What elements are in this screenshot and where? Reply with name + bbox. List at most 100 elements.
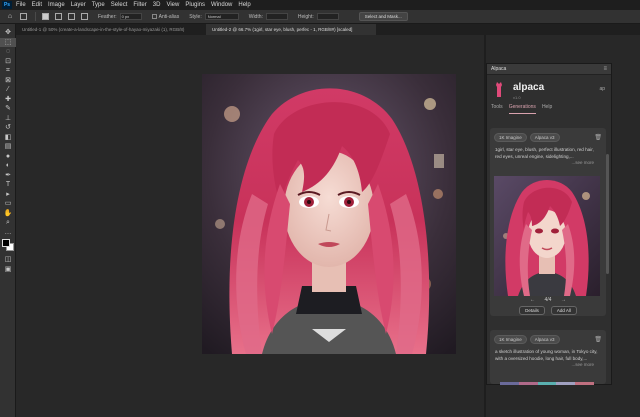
card-chips: 1K Imagine Alpaca v3 🗑	[490, 330, 606, 344]
version-chip[interactable]: Alpaca v3	[529, 335, 560, 344]
feather-input[interactable]: 0 px	[119, 13, 142, 20]
quick-mask-icon[interactable]: ◫	[0, 255, 16, 265]
portrait-image	[202, 74, 456, 354]
trash-icon[interactable]: 🗑	[594, 336, 602, 343]
card-actions: Details Add All	[490, 306, 606, 315]
marquee-tool-icon[interactable]	[20, 13, 27, 20]
tools-panel: ✥ ⬚ ◌ ⊡ ⌗ ⊠ ⁄ ✚ ✎ ⊥ ↺ ◧ ▤ ● ◐ ✒ T ▸ ▭ ✋ …	[0, 24, 16, 417]
alpaca-logo-icon	[496, 82, 502, 97]
stamp-tool-icon[interactable]: ⊥	[0, 114, 16, 124]
new-selection-icon[interactable]	[42, 13, 49, 20]
generation-card: 1K Imagine Alpaca v3 🗑 a sketch illustra…	[490, 330, 606, 384]
tab-label: Untitled-1 @ 50% (create-a-landscape-in-…	[22, 27, 185, 32]
style-select[interactable]: Normal	[204, 13, 239, 20]
next-arrow-icon[interactable]: →	[561, 297, 566, 303]
generation-prompt: a sketch illustration of young woman, in…	[495, 349, 598, 361]
model-chip[interactable]: 1K Imagine	[494, 335, 527, 344]
gradient-tool-icon[interactable]: ▤	[0, 142, 16, 152]
tab-untitled-1[interactable]: Untitled-1 @ 50% (create-a-landscape-in-…	[16, 24, 206, 35]
width-label: Width:	[248, 13, 263, 20]
feather-label: Feather:	[98, 13, 117, 20]
panel-menu-icon[interactable]: ≡	[603, 66, 607, 72]
rectangle-tool-icon[interactable]: ▭	[0, 199, 16, 209]
model-chip[interactable]: 1K Imagine	[494, 133, 527, 142]
right-dock	[612, 35, 640, 417]
photoshop-logo[interactable]: Ps	[2, 1, 12, 9]
height-input[interactable]	[316, 13, 339, 20]
document-canvas[interactable]	[202, 74, 456, 354]
menu-image[interactable]: Image	[48, 2, 65, 8]
menu-layer[interactable]: Layer	[71, 2, 86, 8]
panel-scrollbar[interactable]	[606, 154, 609, 274]
details-button[interactable]: Details	[519, 306, 545, 315]
more-tools-icon[interactable]: …	[0, 228, 16, 238]
tab-tools[interactable]: Tools	[491, 102, 503, 114]
dodge-tool-icon[interactable]: ◐	[0, 161, 16, 171]
zoom-tool-icon[interactable]: ⌕	[0, 218, 16, 228]
menu-3d[interactable]: 3D	[153, 2, 161, 8]
screen-mode-icon[interactable]: ▣	[0, 265, 16, 275]
add-selection-icon[interactable]	[55, 13, 62, 20]
marquee-tool-icon[interactable]: ⬚	[0, 37, 16, 47]
menu-select[interactable]: Select	[111, 2, 128, 8]
generation-card: 1K Imagine Alpaca v3 🗑 1girl, star eye, …	[490, 128, 606, 316]
width-input[interactable]	[265, 13, 288, 20]
menu-plugins[interactable]: Plugins	[185, 2, 205, 8]
move-tool-icon[interactable]: ✥	[0, 28, 16, 38]
tab-untitled-2[interactable]: Untitled-2 @ 66.7% (1girl, star eye, blu…	[206, 24, 376, 35]
options-bar: ⌂ Feather: 0 px Anti-alias Style: Normal…	[0, 10, 640, 24]
account-indicator[interactable]: ap	[599, 86, 605, 92]
card-chips: 1K Imagine Alpaca v3 🗑	[490, 128, 606, 142]
thumbnail-pager: ← 4/4 →	[490, 297, 606, 303]
healing-tool-icon[interactable]: ✚	[0, 95, 16, 105]
blur-tool-icon[interactable]: ●	[0, 152, 16, 162]
tab-generations[interactable]: Generations	[508, 102, 536, 114]
tab-help[interactable]: Help	[542, 102, 552, 114]
type-tool-icon[interactable]: T	[0, 180, 16, 190]
divider	[35, 12, 36, 21]
eraser-tool-icon[interactable]: ◧	[0, 133, 16, 143]
menu-bar: Ps File Edit Image Layer Type Select Fil…	[0, 0, 640, 10]
see-more-link[interactable]: ...see more	[490, 160, 606, 165]
menu-file[interactable]: File	[16, 2, 26, 8]
height-label: Height:	[297, 13, 314, 20]
add-all-button[interactable]: Add All	[550, 306, 577, 315]
menu-type[interactable]: Type	[92, 2, 105, 8]
menu-view[interactable]: View	[166, 2, 179, 8]
menu-edit[interactable]: Edit	[32, 2, 42, 8]
prev-arrow-icon[interactable]: ←	[530, 297, 535, 303]
intersect-selection-icon[interactable]	[81, 13, 88, 20]
plugin-header: alpaca v1.0 ap	[487, 75, 611, 102]
panel-tab-alpaca[interactable]: Alpaca	[491, 66, 603, 72]
object-select-tool-icon[interactable]: ⊡	[0, 57, 16, 67]
select-and-mask-button[interactable]: Select and Mask...	[358, 12, 408, 21]
foreground-color-swatch[interactable]	[2, 239, 10, 247]
home-icon[interactable]: ⌂	[6, 13, 14, 21]
document-tabs: Untitled-1 @ 50% (create-a-landscape-in-…	[16, 24, 640, 35]
alpaca-panel: Alpaca ≡ alpaca v1.0 ap Tools Generation…	[486, 63, 612, 385]
menu-filter[interactable]: Filter	[133, 2, 146, 8]
plugin-version: v1.0	[513, 95, 521, 100]
color-swatches[interactable]	[0, 237, 15, 255]
generation-thumbnail[interactable]	[494, 176, 600, 296]
eyedropper-tool-icon[interactable]: ⁄	[0, 85, 16, 95]
progress-color-bar	[500, 382, 594, 385]
plugin-name: alpaca	[513, 82, 545, 93]
antialias-checkbox[interactable]	[151, 14, 157, 19]
page-indicator: 4/4	[544, 297, 552, 303]
brush-tool-icon[interactable]: ✎	[0, 104, 16, 114]
crop-tool-icon[interactable]: ⌗	[0, 66, 16, 76]
history-brush-tool-icon[interactable]: ↺	[0, 123, 16, 133]
see-more-link[interactable]: ...see more	[490, 362, 606, 367]
path-select-tool-icon[interactable]: ▸	[0, 190, 16, 200]
subtract-selection-icon[interactable]	[68, 13, 75, 20]
frame-tool-icon[interactable]: ⊠	[0, 76, 16, 86]
generation-prompt: 1girl, star eye, blush, perfect illustra…	[495, 147, 594, 159]
version-chip[interactable]: Alpaca v3	[529, 133, 560, 142]
lasso-tool-icon[interactable]: ◌	[0, 47, 16, 57]
trash-icon[interactable]: 🗑	[594, 134, 602, 141]
menu-window[interactable]: Window	[211, 2, 232, 8]
pen-tool-icon[interactable]: ✒	[0, 171, 16, 181]
menu-help[interactable]: Help	[238, 2, 250, 8]
hand-tool-icon[interactable]: ✋	[0, 209, 16, 219]
